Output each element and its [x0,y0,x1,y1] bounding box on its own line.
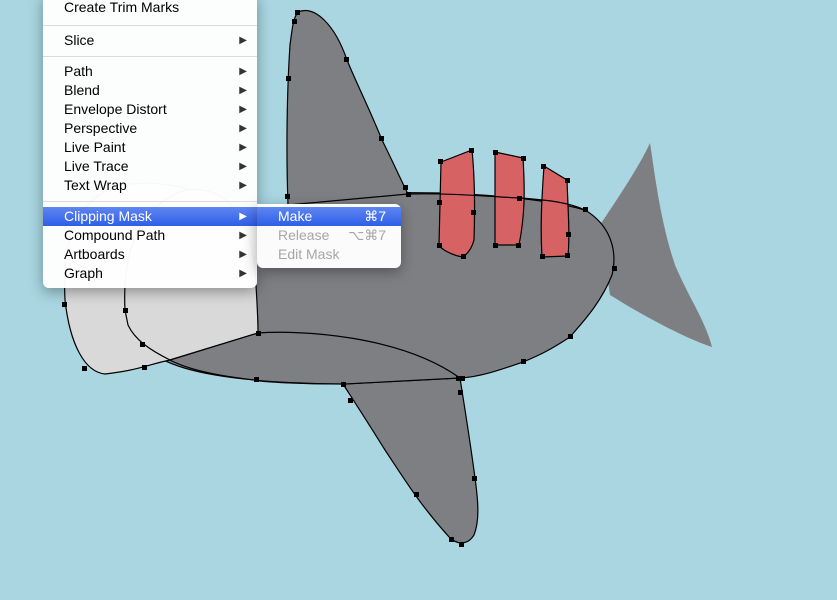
submenu-arrow-icon: ▶ [239,230,247,241]
gill-slit-3[interactable] [540,164,570,258]
submenu-arrow-icon: ▶ [239,161,247,172]
menu-separator [43,201,257,202]
submenu-item-make[interactable]: Make ⌘7 [257,207,401,226]
menu-item-blend[interactable]: Blend ▶ [43,81,257,100]
shark-pectoral-fin[interactable] [341,377,479,544]
submenu-arrow-icon: ▶ [239,249,247,260]
menu-item-path[interactable]: Path ▶ [43,62,257,81]
submenu-arrow-icon: ▶ [239,211,247,222]
menu-item-artboards[interactable]: Artboards ▶ [43,245,257,264]
menu-separator [43,56,257,57]
menu-item-slice[interactable]: Slice ▶ [43,31,257,50]
menu-item-create-trim-marks[interactable]: Create Trim Marks [43,0,257,17]
menu-item-clipping-mask[interactable]: Clipping Mask ▶ [43,207,257,226]
submenu-arrow-icon: ▶ [239,85,247,96]
menu-item-envelope-distort[interactable]: Envelope Distort ▶ [43,100,257,119]
shark-dorsal-fin[interactable] [286,10,409,206]
submenu-arrow-icon: ▶ [239,104,247,115]
menu-item-perspective[interactable]: Perspective ▶ [43,119,257,138]
submenu-arrow-icon: ▶ [239,35,247,46]
shortcut-make: ⌘7 [364,208,386,224]
shortcut-release: ⌥⌘7 [348,227,386,243]
gill-slit-1[interactable] [438,149,476,258]
submenu-arrow-icon: ▶ [239,180,247,191]
shark-tail[interactable] [600,143,712,347]
clipping-mask-submenu: Make ⌘7 Release ⌥⌘7 Edit Mask [257,204,401,268]
menu-separator [43,25,257,26]
menu-item-graph[interactable]: Graph ▶ [43,264,257,283]
submenu-arrow-icon: ▶ [239,268,247,279]
submenu-item-edit-mask: Edit Mask [278,246,340,262]
menu-item-text-wrap[interactable]: Text Wrap ▶ [43,176,257,195]
submenu-arrow-icon: ▶ [239,123,247,134]
menu-item-compound-path[interactable]: Compound Path ▶ [43,226,257,245]
submenu-item-release: Release ⌥⌘7 [278,227,386,243]
submenu-arrow-icon: ▶ [239,66,247,77]
menu-item-live-trace[interactable]: Live Trace ▶ [43,157,257,176]
menu-item-live-paint[interactable]: Live Paint ▶ [43,138,257,157]
object-menu: Create Trim Marks Slice ▶ Path ▶ Blend ▶ En… [43,0,257,288]
submenu-arrow-icon: ▶ [239,142,247,153]
